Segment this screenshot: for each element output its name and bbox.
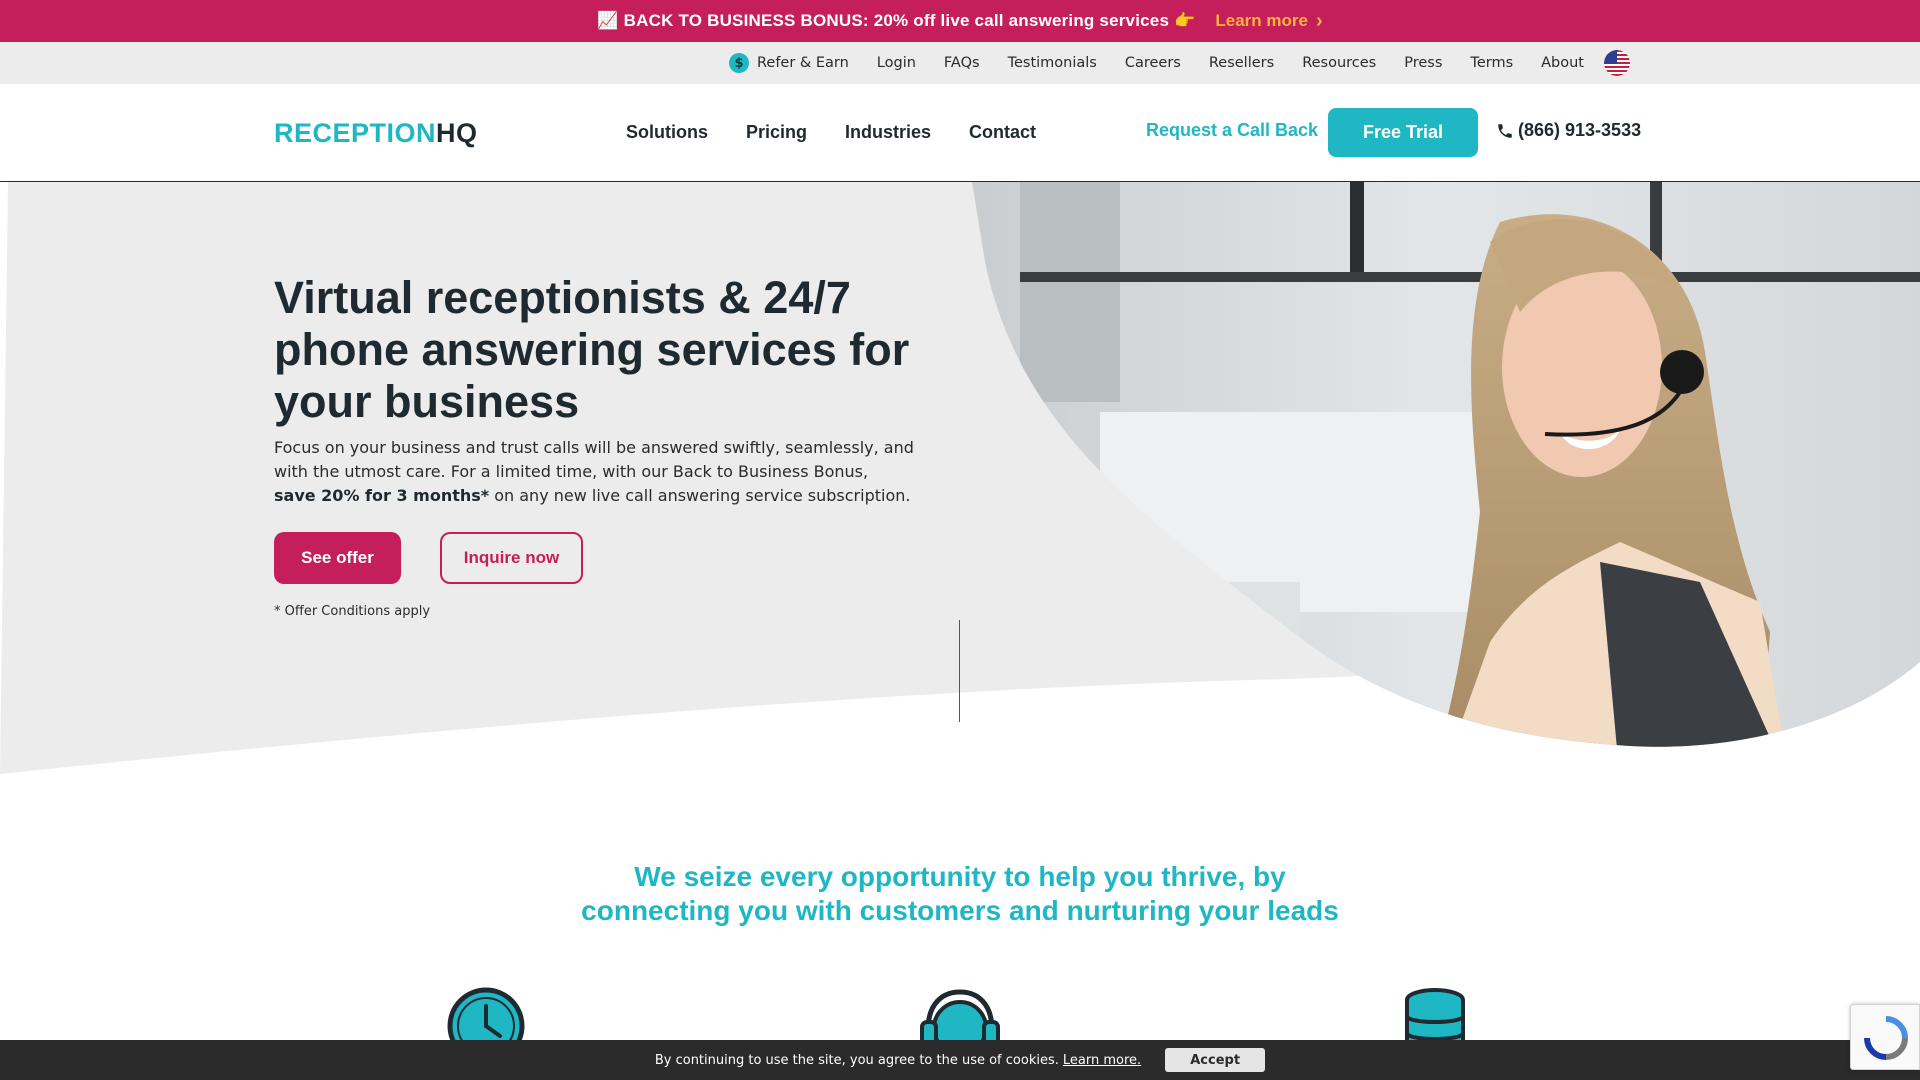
util-terms[interactable]: Terms [1456, 55, 1527, 71]
offer-conditions-note: * Offer Conditions apply [274, 604, 431, 619]
phone-link[interactable]: (866) 913-3533 [1496, 120, 1641, 141]
us-flag-icon[interactable] [1604, 50, 1630, 76]
nav-industries[interactable]: Industries [845, 122, 931, 143]
promo-link-label: Learn more [1215, 11, 1308, 30]
hero-description: Focus on your business and trust calls w… [274, 436, 914, 508]
free-trial-button[interactable]: Free Trial [1328, 108, 1478, 157]
logo-text-hq: HQ [436, 118, 478, 148]
tagline-line1: We seize every opportunity to help you t… [634, 861, 1286, 892]
receptionhq-logo[interactable]: RECEPTIONHQ [274, 118, 478, 149]
util-press[interactable]: Press [1390, 55, 1456, 71]
util-testimonials[interactable]: Testimonials [994, 55, 1111, 71]
util-label: Refer & Earn [756, 55, 849, 71]
nav-pricing[interactable]: Pricing [746, 122, 807, 143]
util-login[interactable]: Login [863, 55, 930, 71]
util-resellers[interactable]: Resellers [1195, 55, 1288, 71]
hero-title: Virtual receptionists & 24/7 phone answe… [274, 272, 910, 427]
hero-desc-part1: Focus on your business and trust calls w… [274, 438, 914, 481]
promo-learn-more-link[interactable]: Learn more › [1215, 11, 1322, 31]
util-careers[interactable]: Careers [1111, 55, 1195, 71]
hero-section: Virtual receptionists & 24/7 phone answe… [0, 182, 1920, 782]
cookie-consent-bar: By continuing to use the site, you agree… [0, 1040, 1920, 1080]
promo-text: 📈 BACK TO BUSINESS BONUS: 20% off live c… [597, 11, 1196, 30]
hero-desc-part2: on any new live call answering service s… [489, 486, 911, 505]
util-resources[interactable]: Resources [1288, 55, 1390, 71]
primary-nav: Solutions Pricing Industries Contact [626, 122, 1036, 143]
phone-icon [1498, 123, 1512, 138]
nav-solutions[interactable]: Solutions [626, 122, 708, 143]
cookie-accept-button[interactable]: Accept [1165, 1048, 1266, 1072]
hero-desc-bold: save 20% for 3 months* [274, 486, 490, 505]
cookie-learn-more-link[interactable]: Learn more. [1063, 1053, 1141, 1068]
scroll-indicator-line [959, 620, 960, 722]
cookie-text: By continuing to use the site, you agree… [654, 1052, 1059, 1068]
utility-nav: $ Refer & Earn Login FAQs Testimonials C… [0, 42, 1920, 84]
logo-text-reception: RECEPTION [274, 118, 437, 148]
see-offer-button[interactable]: See offer [274, 532, 401, 584]
inquire-now-button[interactable]: Inquire now [440, 532, 583, 584]
util-refer-earn[interactable]: $ Refer & Earn [715, 53, 863, 73]
recaptcha-badge[interactable] [1850, 1004, 1920, 1070]
request-callback-link[interactable]: Request a Call Back [1146, 120, 1318, 141]
promo-banner: 📈 BACK TO BUSINESS BONUS: 20% off live c… [0, 0, 1920, 42]
main-header: RECEPTIONHQ Solutions Pricing Industries… [0, 84, 1920, 182]
recaptcha-icon [1864, 1016, 1908, 1060]
dollar-icon: $ [728, 53, 749, 73]
section-tagline: We seize every opportunity to help you t… [0, 860, 1920, 928]
util-faqs[interactable]: FAQs [930, 55, 994, 71]
chevron-right-icon: › [1315, 10, 1323, 32]
util-about[interactable]: About [1527, 55, 1598, 71]
nav-contact[interactable]: Contact [969, 122, 1036, 143]
tagline-line2: connecting you with customers and nurtur… [581, 895, 1339, 926]
cookie-message: By continuing to use the site, you agree… [655, 1053, 1141, 1068]
phone-number: (866) 913-3533 [1518, 120, 1642, 140]
